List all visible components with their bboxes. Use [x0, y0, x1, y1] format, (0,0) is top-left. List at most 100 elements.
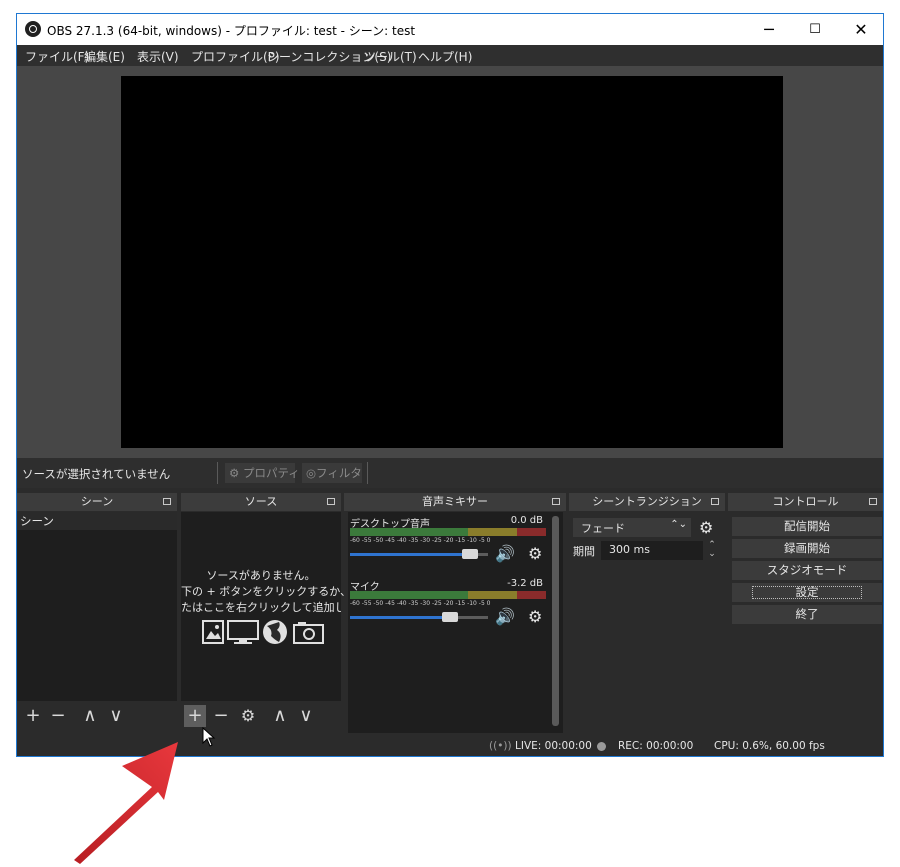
chevron-down-icon: ∨: [299, 705, 313, 726]
minimize-button[interactable]: ─: [746, 14, 792, 45]
chevron-down-icon: ∨: [109, 705, 123, 726]
gear-icon[interactable]: ⚙: [699, 518, 713, 537]
slider-handle[interactable]: [442, 612, 458, 622]
live-time: LIVE: 00:00:00: [515, 740, 592, 752]
mixer-scrollbar[interactable]: [552, 516, 559, 726]
minus-icon: −: [50, 705, 66, 726]
properties-button[interactable]: ⚙ プロパティ: [225, 463, 300, 483]
desktop-audio-volume-slider[interactable]: [350, 549, 488, 559]
desktop-audio-meter: [350, 528, 546, 536]
scenes-toolbar: + − ∧ ∨: [17, 701, 177, 731]
add-source-button[interactable]: +: [184, 705, 206, 727]
mic-meter: [350, 591, 546, 599]
undock-icon[interactable]: [327, 498, 335, 505]
slider-handle[interactable]: [462, 549, 478, 559]
sources-list[interactable]: ソースがありません。 下の + ボタンをクリックするか、 たはここを右クリックし…: [181, 512, 351, 701]
cpu-fps: CPU: 0.6%, 60.00 fps: [714, 740, 825, 752]
exit-button[interactable]: 終了: [732, 605, 882, 624]
window-title: OBS 27.1.3 (64-bit, windows) - プロファイル: t…: [47, 24, 416, 38]
monitor-icon: [227, 620, 259, 644]
empty-sources-message: 下の + ボタンをクリックするか、: [181, 585, 351, 598]
speaker-icon[interactable]: 🔊: [495, 544, 515, 563]
source-properties-button[interactable]: ⚙: [237, 705, 259, 727]
obs-window: OBS 27.1.3 (64-bit, windows) - プロファイル: t…: [16, 13, 884, 757]
undock-icon[interactable]: [163, 498, 171, 505]
scenes-dock-header: シーン: [17, 493, 177, 511]
broadcast-icon: ((•)): [489, 740, 512, 752]
move-scene-up-button[interactable]: ∧: [79, 705, 101, 727]
source-toolbar: ソースが選択されていません ⚙ プロパティ ◎フィルタ: [17, 458, 883, 488]
chevron-up-icon: ∧: [83, 705, 97, 726]
gear-icon: ⚙: [240, 706, 256, 725]
minus-icon: −: [213, 705, 229, 726]
filter-icon: ◎: [306, 466, 317, 480]
undock-icon[interactable]: [711, 498, 719, 505]
plus-icon: +: [187, 705, 203, 726]
camera-icon: [293, 622, 324, 644]
controls-dock-header: コントロール: [728, 493, 883, 511]
title-bar: OBS 27.1.3 (64-bit, windows) - プロファイル: t…: [17, 14, 883, 45]
close-button[interactable]: ✕: [838, 14, 884, 45]
remove-scene-button[interactable]: −: [47, 705, 69, 727]
empty-sources-message: ソースがありません。: [206, 569, 316, 582]
speaker-icon[interactable]: 🔊: [495, 607, 515, 626]
maximize-button[interactable]: ☐: [792, 14, 838, 45]
source-type-icons: [202, 620, 324, 644]
menu-bar: ファイル(F) 編集(E) 表示(V) プロファイル(P) シーンコレクション(…: [17, 45, 883, 66]
chevron-updown-icon: ⌃⌄: [670, 519, 687, 530]
empty-sources-message: たはここを右クリックして追加してください: [181, 601, 341, 614]
scene-transitions-dock-header: シーントランジション: [569, 493, 725, 511]
studio-mode-button[interactable]: スタジオモード: [732, 561, 882, 580]
toolbar-separator: [367, 462, 368, 484]
menu-tools[interactable]: ツール(T): [364, 48, 417, 65]
toolbar-separator: [217, 462, 218, 484]
meter-scale: -60 -55 -50 -45 -40 -35 -30 -25 -20 -15 …: [350, 600, 491, 607]
globe-icon: [263, 620, 287, 644]
menu-view[interactable]: 表示(V): [137, 48, 179, 65]
image-icon: [202, 620, 224, 644]
scenes-list[interactable]: シーン: [17, 512, 177, 701]
menu-edit[interactable]: 編集(E): [84, 48, 125, 65]
record-dot-icon: [597, 742, 606, 751]
status-bar: ((•)) LIVE: 00:00:00 REC: 00:00:00 CPU: …: [17, 738, 883, 756]
undock-icon[interactable]: [552, 498, 560, 505]
duration-input[interactable]: 300 ms: [601, 541, 703, 560]
undock-icon[interactable]: [869, 498, 877, 505]
move-source-up-button[interactable]: ∧: [269, 705, 291, 727]
rec-time: REC: 00:00:00: [618, 740, 694, 752]
preview-area: [17, 66, 883, 458]
scene-transitions-dock: シーントランジション フェード ⌃⌄ ⚙ 期間 300 ms ⌃ ⌄: [569, 493, 725, 733]
move-source-down-button[interactable]: ∨: [295, 705, 317, 727]
mixer-panel: デスクトップ音声 0.0 dB -60 -55 -50 -45 -40 -35 …: [348, 512, 563, 733]
focus-outline: [752, 586, 862, 599]
mic-db: -3.2 dB: [507, 578, 543, 589]
menu-help[interactable]: ヘルプ(H): [418, 48, 472, 65]
scenes-dock: シーン シーン + − ∧ ∨: [17, 493, 177, 733]
gear-icon[interactable]: ⚙: [528, 544, 542, 563]
meter-scale: -60 -55 -50 -45 -40 -35 -30 -25 -20 -15 …: [350, 537, 491, 544]
menu-file[interactable]: ファイル(F): [25, 48, 89, 65]
settings-button[interactable]: 設定: [732, 583, 882, 602]
remove-source-button[interactable]: −: [210, 705, 232, 727]
list-item[interactable]: シーン: [17, 512, 177, 530]
start-streaming-button[interactable]: 配信開始: [732, 517, 882, 536]
sources-dock-header: ソース: [181, 493, 341, 511]
sources-dock: ソース ソースがありません。 下の + ボタンをクリックするか、 たはここを右ク…: [181, 493, 351, 733]
gear-icon[interactable]: ⚙: [528, 607, 542, 626]
mic-volume-slider[interactable]: [350, 612, 488, 622]
preview-canvas[interactable]: [121, 76, 783, 448]
duration-label: 期間: [573, 545, 595, 558]
no-source-selected-label: ソースが選択されていません: [22, 467, 171, 481]
duration-stepper[interactable]: ⌃ ⌄: [705, 541, 719, 560]
plus-icon: +: [25, 705, 41, 726]
audio-mixer-dock: 音声ミキサー デスクトップ音声 0.0 dB -60 -55 -50 -45 -…: [344, 493, 566, 733]
transition-select[interactable]: フェード ⌃⌄: [573, 518, 691, 537]
controls-dock: コントロール 配信開始 録画開始 スタジオモード 設定 終了: [728, 493, 883, 733]
start-recording-button[interactable]: 録画開始: [732, 539, 882, 558]
mouse-cursor-icon: [202, 727, 216, 747]
obs-logo-icon: [25, 21, 41, 37]
add-scene-button[interactable]: +: [22, 705, 44, 727]
move-scene-down-button[interactable]: ∨: [105, 705, 127, 727]
filters-button[interactable]: ◎フィルタ: [302, 463, 362, 483]
desktop-audio-db: 0.0 dB: [510, 515, 543, 526]
